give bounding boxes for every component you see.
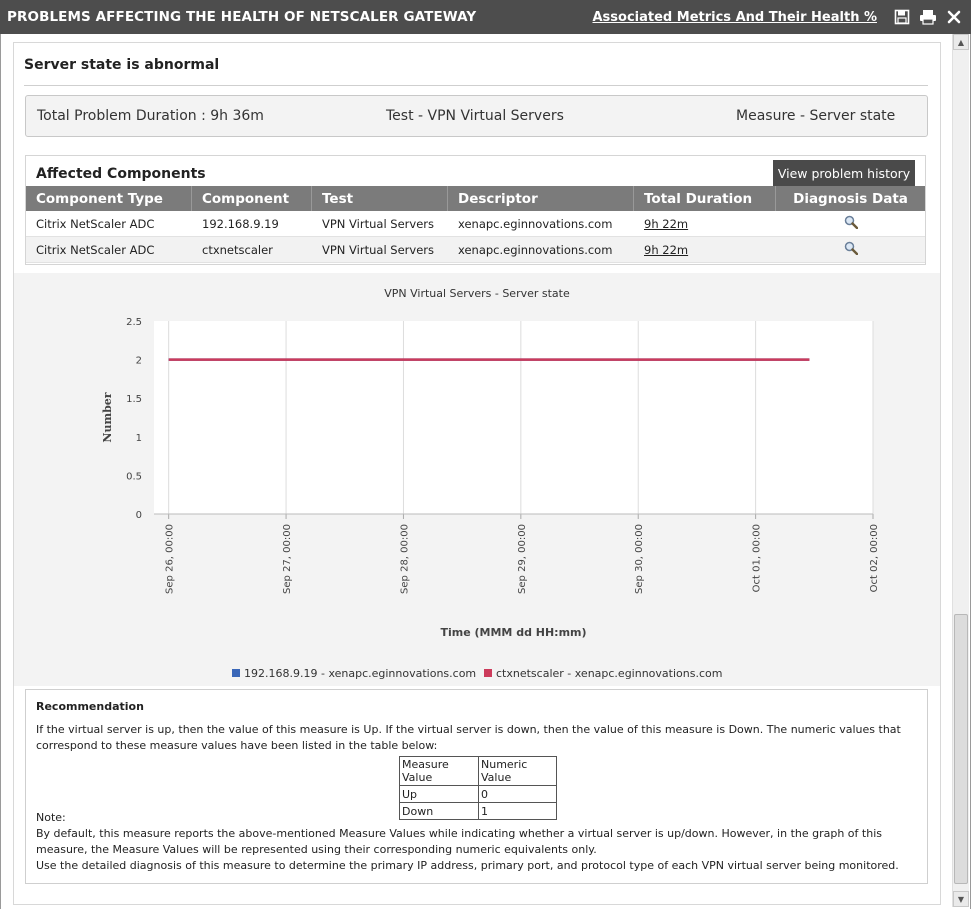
table-row: Measure Value Numeric Value <box>399 756 557 786</box>
column-header-diagnosis-data[interactable]: Diagnosis Data <box>776 186 925 211</box>
y-tick-label: 2.5 <box>126 317 142 328</box>
scroll-down-arrow[interactable]: ▼ <box>953 891 969 907</box>
measure-value-cell: Up <box>399 785 479 803</box>
column-header-total-duration[interactable]: Total Duration <box>634 186 776 211</box>
x-tick-label: Sep 29, 00:00 <box>517 524 528 594</box>
affected-components-heading: Affected Components <box>36 166 206 182</box>
divider <box>24 85 928 86</box>
save-icon[interactable] <box>891 6 913 28</box>
cell-test: VPN Virtual Servers <box>322 242 434 257</box>
title-bar-actions: Associated Metrics And Their Health % <box>593 0 966 34</box>
cell-descriptor: xenapc.eginnovations.com <box>458 216 613 231</box>
table-header: Component Type Component Test Descriptor… <box>26 186 925 211</box>
window-title: PROBLEMS AFFECTING THE HEALTH OF NETSCAL… <box>7 9 477 25</box>
table-row: Up 0 <box>399 785 557 803</box>
y-tick-label: 1 <box>136 433 142 444</box>
x-tick-label: Sep 27, 00:00 <box>282 524 293 594</box>
total-duration-link[interactable]: 9h 22m <box>644 217 688 231</box>
measure-value-header: Measure Value <box>399 756 479 786</box>
table-row: Citrix NetScaler ADC 192.168.9.19 VPN Vi… <box>26 211 925 237</box>
magnifier-icon[interactable] <box>844 241 858 258</box>
cell-component: ctxnetscaler <box>202 242 273 257</box>
cell-component: 192.168.9.19 <box>202 216 279 231</box>
print-icon[interactable] <box>917 6 939 28</box>
table-row: Citrix NetScaler ADC ctxnetscaler VPN Vi… <box>26 237 925 263</box>
x-tick-label: Sep 30, 00:00 <box>634 524 645 594</box>
x-tick-label: Oct 02, 00:00 <box>869 524 880 592</box>
numeric-value-header: Numeric Value <box>478 756 557 786</box>
vertical-scrollbar[interactable]: ▲ ▼ <box>952 34 969 907</box>
problem-summary-box: Total Problem Duration : 9h 36m Test - V… <box>25 95 928 137</box>
problem-heading: Server state is abnormal <box>24 57 220 73</box>
plot-area <box>154 321 873 514</box>
cell-total-duration: 9h 22m <box>634 237 776 262</box>
total-problem-duration: Total Problem Duration : 9h 36m <box>37 108 264 124</box>
cell-diagnosis <box>776 211 925 236</box>
column-header-test[interactable]: Test <box>312 186 448 211</box>
y-tick-label: 2 <box>136 356 142 367</box>
problem-measure: Measure - Server state <box>736 108 896 124</box>
column-header-component[interactable]: Component <box>192 186 312 211</box>
chart-area: VPN Virtual Servers - Server state Sep 2… <box>14 273 940 686</box>
total-duration-link[interactable]: 9h 22m <box>644 243 688 257</box>
problem-test: Test - VPN Virtual Servers <box>386 108 564 124</box>
cell-component-type: Citrix NetScaler ADC <box>36 216 155 231</box>
legend-swatch <box>484 669 492 677</box>
cell-test: VPN Virtual Servers <box>322 216 434 231</box>
close-icon[interactable] <box>943 6 965 28</box>
scrollbar-thumb[interactable] <box>954 614 968 884</box>
legend-label: ctxnetscaler - xenapc.eginnovations.com <box>496 667 722 680</box>
affected-components-table: Component Type Component Test Descriptor… <box>26 186 925 263</box>
x-tick-label: Sep 28, 00:00 <box>399 524 410 594</box>
column-header-descriptor[interactable]: Descriptor <box>448 186 634 211</box>
cell-descriptor: xenapc.eginnovations.com <box>458 242 613 257</box>
numeric-value-cell: 0 <box>478 785 557 803</box>
dialog-frame: Server state is abnormal Total Problem D… <box>0 34 971 909</box>
x-tick-label: Oct 01, 00:00 <box>752 524 763 592</box>
server-state-chart: Sep 26, 00:00 Sep 27, 00:00 Sep 28, 00:00 S… <box>101 317 880 680</box>
x-tick-label: Sep 26, 00:00 <box>165 524 176 594</box>
affected-components-panel: Affected Components View problem history… <box>25 155 926 265</box>
note-text: By default, this measure reports the abo… <box>36 827 882 856</box>
cell-diagnosis <box>776 237 925 262</box>
note-label: Note: <box>36 811 66 824</box>
view-problem-history-button[interactable]: View problem history <box>773 160 915 186</box>
x-axis-label: Time (MMM dd HH:mm) <box>440 626 586 639</box>
legend-label: 192.168.9.19 - xenapc.eginnovations.com <box>244 667 476 680</box>
recommendation-heading: Recommendation <box>36 700 144 713</box>
y-tick-label: 0 <box>136 510 142 521</box>
title-bar: PROBLEMS AFFECTING THE HEALTH OF NETSCAL… <box>0 0 971 34</box>
y-tick-label: 0.5 <box>126 471 142 482</box>
note-text-diagnosis: Use the detailed diagnosis of this measu… <box>36 859 899 872</box>
scroll-up-arrow[interactable]: ▲ <box>953 34 969 50</box>
legend-swatch <box>232 669 240 677</box>
cell-total-duration: 9h 22m <box>634 211 776 236</box>
y-axis-label: Number <box>101 392 114 442</box>
cell-component-type: Citrix NetScaler ADC <box>36 242 155 257</box>
recommendation-text: If the virtual server is up, then the va… <box>36 723 901 752</box>
y-tick-label: 1.5 <box>126 394 142 405</box>
magnifier-icon[interactable] <box>844 215 858 232</box>
problem-details-panel: Server state is abnormal Total Problem D… <box>13 42 941 905</box>
column-header-component-type[interactable]: Component Type <box>26 186 192 211</box>
recommendation-panel: Recommendation If the virtual server is … <box>25 689 928 884</box>
associated-metrics-link[interactable]: Associated Metrics And Their Health % <box>593 10 878 25</box>
